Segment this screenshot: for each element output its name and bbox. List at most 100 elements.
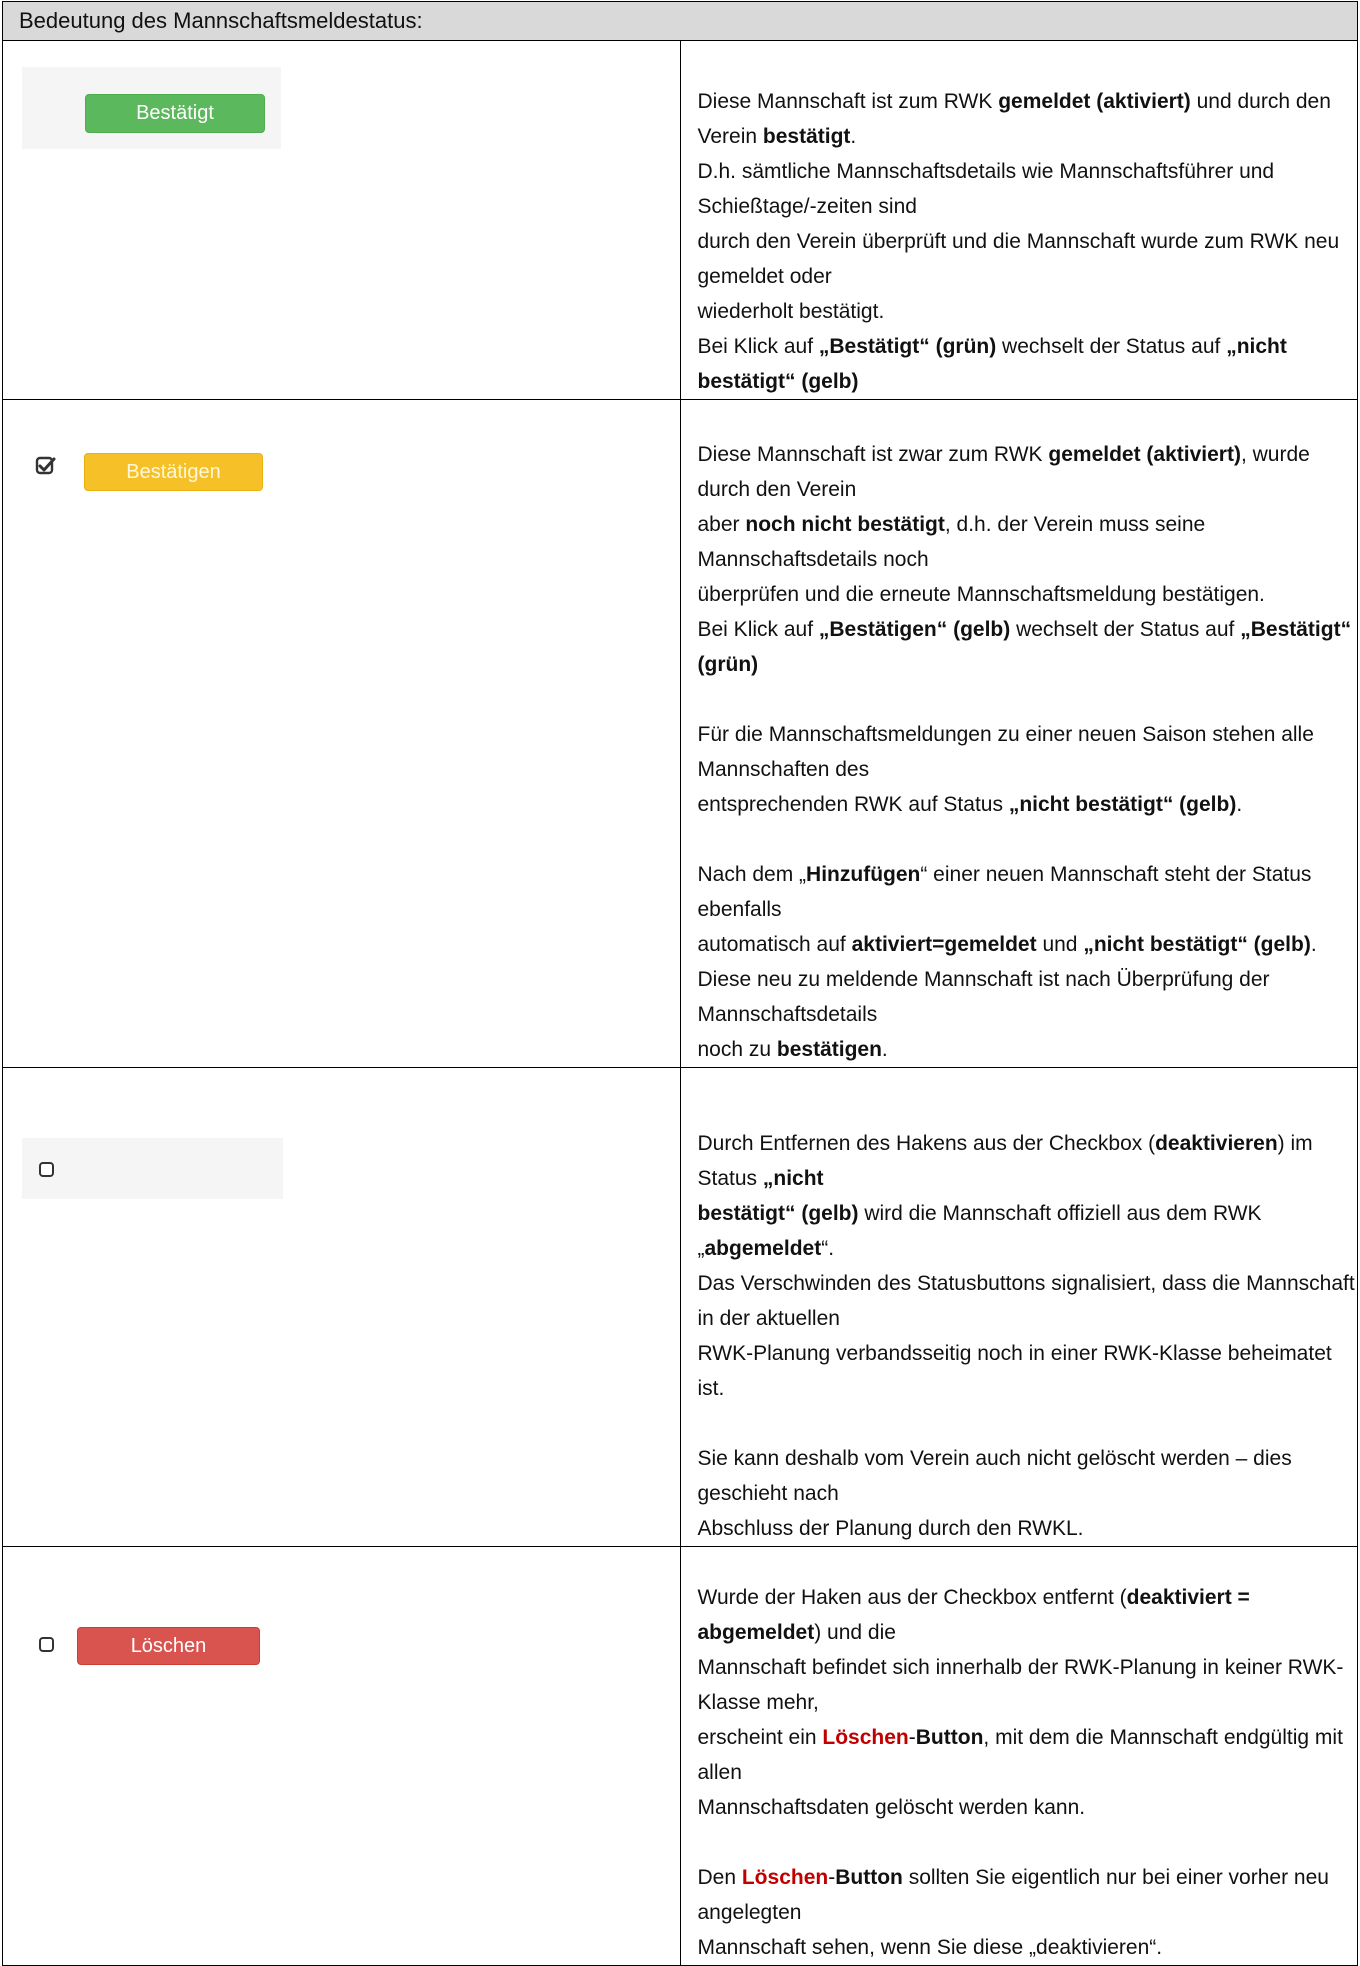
bold-emphasis: bestätigt — [762, 125, 851, 148]
text-run: “. — [821, 1237, 835, 1260]
text-run: RWK-Planung verbandsseitig noch in einer… — [697, 1342, 1332, 1400]
bold-emphasis: bestätigt“ (gelb) — [697, 1202, 859, 1225]
text-run: Diese Mannschaft ist zum RWK — [697, 90, 999, 113]
text-run: . — [881, 1038, 888, 1061]
red-emphasis: Löschen — [741, 1866, 829, 1889]
bold-emphasis: „nicht bestätigt“ (gelb) — [1083, 933, 1311, 956]
status-row-unconfirmed: Bestätigen Diese Mannschaft ist zwar zum… — [2, 399, 1358, 1068]
text-run: Mannschaft befindet sich innerhalb der R… — [697, 1656, 1344, 1714]
text-line: entsprechenden RWK auf Status „nicht bes… — [698, 787, 1358, 822]
confirmed-button-label: Bestätigt — [136, 102, 214, 124]
unchecked-checkbox[interactable] — [39, 1637, 54, 1652]
text-run: - — [908, 1726, 916, 1749]
status-description-cell: Wurde der Haken aus der Checkbox entfern… — [679, 1546, 1358, 1966]
bold-emphasis: noch nicht bestätigt — [745, 513, 945, 536]
text-line: Für die Mannschaftsmeldungen zu einer ne… — [698, 717, 1358, 787]
bold-emphasis: Button — [915, 1726, 984, 1749]
text-line: Den Löschen-Button sollten Sie eigentlic… — [698, 1860, 1358, 1930]
widget-screenshot — [22, 1138, 283, 1199]
text-line: Abschluss der Planung durch den RWKL. — [698, 1511, 1358, 1546]
status-description-cell: Diese Mannschaft ist zum RWK gemeldet (a… — [679, 40, 1358, 400]
bold-emphasis: „nicht bestätigt“ (gelb) — [1008, 793, 1237, 816]
text-run: wiederholt bestätigt. — [697, 300, 885, 323]
status-table: Bedeutung des Mannschaftsmeldestatus: Be… — [2, 1, 1358, 1966]
bold-emphasis: aktiviert=gemeldet — [851, 933, 1037, 956]
text-run: Mannschaft sehen, wenn Sie diese „deakti… — [697, 1936, 1163, 1959]
text-run: Das Verschwinden des Statusbuttons signa… — [697, 1272, 1355, 1330]
document-page: Bedeutung des Mannschaftsmeldestatus: Be… — [0, 0, 1360, 1966]
text-run: Wurde der Haken aus der Checkbox entfern… — [697, 1586, 1127, 1609]
bold-emphasis: deaktivieren — [1155, 1132, 1278, 1155]
text-line: erscheint ein Löschen-Button, mit dem di… — [698, 1720, 1358, 1790]
text-line: Wurde der Haken aus der Checkbox entfern… — [698, 1580, 1358, 1650]
table-title: Bedeutung des Mannschaftsmeldestatus: — [19, 8, 423, 33]
text-line: Mannschaftsdaten gelöscht werden kann. — [698, 1790, 1358, 1825]
status-visual-cell — [2, 1067, 681, 1547]
checked-checkbox-icon[interactable] — [35, 456, 57, 478]
status-description: Durch Entfernen des Hakens aus der Check… — [698, 1126, 1358, 1546]
confirm-button-label: Bestätigen — [126, 461, 221, 483]
text-line: Mannschaft sehen, wenn Sie diese „deakti… — [698, 1930, 1358, 1965]
text-run: Bei Klick auf — [697, 335, 819, 358]
bold-emphasis: „Bestätigt“ (grün) — [818, 335, 997, 358]
status-visual-cell: Bestätigen — [2, 399, 681, 1068]
bold-emphasis: bestätigen — [776, 1038, 882, 1061]
status-description: Wurde der Haken aus der Checkbox entfern… — [698, 1580, 1358, 1965]
text-run: Diese Mannschaft ist zwar zum RWK — [697, 443, 1049, 466]
bold-emphasis: „Bestätigen“ (gelb) — [818, 618, 1011, 641]
text-run: . — [1310, 933, 1317, 956]
text-line: wiederholt bestätigt. — [698, 294, 1358, 329]
bold-emphasis: gemeldet (aktiviert) — [998, 90, 1191, 113]
status-description-cell: Diese Mannschaft ist zwar zum RWK gemeld… — [679, 399, 1358, 1068]
confirmed-button[interactable]: Bestätigt — [85, 94, 265, 133]
text-line: bestätigt“ (gelb) wird die Mannschaft of… — [698, 1196, 1358, 1266]
text-run: automatisch auf — [697, 933, 852, 956]
text-line: Das Verschwinden des Statusbuttons signa… — [698, 1266, 1358, 1336]
bold-emphasis: Hinzufügen — [806, 863, 921, 886]
status-row-confirmed: Bestätigt Diese Mannschaft ist zum RWK g… — [2, 40, 1358, 400]
bold-emphasis: abgemeldet — [704, 1237, 822, 1260]
text-line: Durch Entfernen des Hakens aus der Check… — [698, 1126, 1358, 1196]
text-line: überprüfen und die erneute Mannschaftsme… — [698, 577, 1358, 612]
status-visual-cell: Löschen — [2, 1546, 681, 1966]
bold-emphasis: Button — [835, 1866, 903, 1889]
text-run: Durch Entfernen des Hakens aus der Check… — [697, 1132, 1156, 1155]
text-run: noch zu — [697, 1038, 777, 1061]
text-line: noch zu bestätigen. — [698, 1032, 1358, 1067]
text-run: überprüfen und die erneute Mannschaftsme… — [697, 583, 1265, 606]
bold-emphasis: „nicht — [762, 1167, 824, 1190]
text-line: durch den Verein überprüft und die Manns… — [698, 224, 1358, 294]
text-run: Sie kann deshalb vom Verein auch nicht g… — [697, 1447, 1292, 1505]
status-description: Diese Mannschaft ist zwar zum RWK gemeld… — [698, 437, 1358, 1067]
text-line: RWK-Planung verbandsseitig noch in einer… — [698, 1336, 1358, 1406]
text-run: aber — [697, 513, 746, 536]
text-run: . — [1236, 793, 1243, 816]
text-run: Abschluss der Planung durch den RWKL. — [697, 1517, 1084, 1540]
unchecked-checkbox[interactable] — [39, 1162, 54, 1177]
text-run: durch den Verein überprüft und die Manns… — [697, 230, 1340, 288]
status-description-cell: Durch Entfernen des Hakens aus der Check… — [679, 1067, 1358, 1547]
table-header: Bedeutung des Mannschaftsmeldestatus: — [2, 1, 1358, 41]
text-run: Für die Mannschaftsmeldungen zu einer ne… — [697, 723, 1314, 781]
text-line: Bei Klick auf „Bestätigen“ (gelb) wechse… — [698, 612, 1358, 682]
text-run: - — [828, 1866, 836, 1889]
text-run: Den — [697, 1866, 742, 1889]
text-line: Bei Klick auf „Bestätigt“ (grün) wechsel… — [698, 329, 1358, 399]
red-emphasis: Löschen — [822, 1726, 909, 1749]
text-line: Diese Mannschaft ist zwar zum RWK gemeld… — [698, 437, 1358, 507]
text-line: Nach dem „Hinzufügen“ einer neuen Mannsc… — [698, 857, 1358, 927]
delete-button[interactable]: Löschen — [77, 1627, 260, 1665]
text-run: Diese neu zu meldende Mannschaft ist nac… — [697, 968, 1270, 1026]
confirm-button[interactable]: Bestätigen — [84, 453, 263, 491]
delete-button-label: Löschen — [130, 1635, 207, 1657]
text-run: und — [1036, 933, 1084, 956]
status-visual-cell: Bestätigt — [2, 40, 681, 400]
text-run: ) und die — [814, 1621, 896, 1644]
text-run: erscheint ein — [697, 1726, 823, 1749]
text-line: automatisch auf aktiviert=gemeldet und „… — [698, 927, 1358, 962]
bold-emphasis: gemeldet (aktiviert) — [1048, 443, 1241, 466]
status-row-deregistered: Durch Entfernen des Hakens aus der Check… — [2, 1067, 1358, 1547]
